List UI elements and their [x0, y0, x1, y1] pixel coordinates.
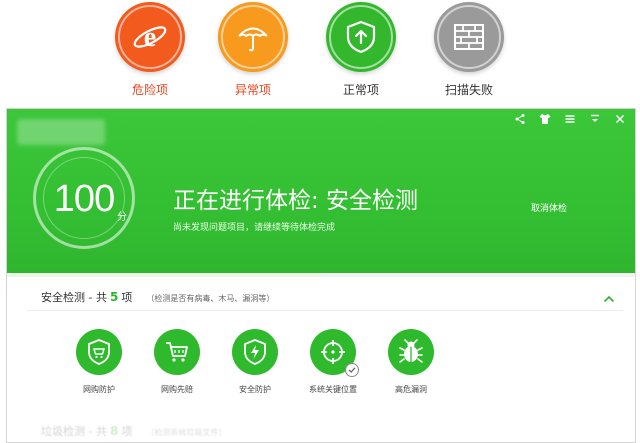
app-logo: [17, 119, 105, 145]
shield-lightning-icon: [232, 329, 278, 375]
check-item-label: 系统关键位置: [309, 385, 357, 394]
legend-warning: 异常项: [203, 0, 303, 98]
crosshair-icon: [310, 329, 359, 377]
score-ring: 100 分: [33, 147, 135, 249]
shield-up-icon: [326, 2, 396, 72]
section-divider: [27, 310, 623, 311]
section-suffix: 项: [121, 291, 133, 304]
check-item-label: 高危漏洞: [395, 385, 427, 394]
check-items: 网购防护 网购先赔 安全防护 系统关键位置 高危漏洞: [59, 329, 479, 409]
menu-icon[interactable]: [563, 113, 577, 127]
status-legend: e 危险项 异常项 正常项 扫描失败: [0, 0, 640, 100]
check-item-shopping-protection[interactable]: 网购防护: [59, 329, 139, 395]
checkup-window: 100 分 正在进行体检: 安全检测 尚未发现问题项目，请继续等待体检完成 取消…: [6, 108, 636, 443]
section-prefix: 安全检测 - 共: [41, 291, 107, 304]
legend-failed-label: 扫描失败: [444, 83, 493, 97]
shirt-icon[interactable]: [538, 113, 552, 127]
window-controls: [513, 113, 627, 127]
ie-browser-icon: e: [115, 2, 185, 72]
score-unit: 分: [117, 212, 127, 223]
check-item-label: 网购防护: [83, 385, 115, 394]
legend-normal: 正常项: [311, 0, 411, 98]
brick-wall-icon: [434, 2, 504, 72]
check-item-system-key-locations[interactable]: 系统关键位置: [293, 329, 373, 395]
scan-title: 正在进行体检: 安全检测: [173, 188, 419, 214]
next-section-suffix: 项: [121, 425, 133, 438]
bug-icon: [388, 329, 434, 375]
shield-cart-icon: [76, 329, 122, 375]
legend-normal-label: 正常项: [342, 83, 379, 97]
check-item-label: 安全防护: [239, 385, 271, 394]
scan-header: 100 分 正在进行体检: 安全检测 尚未发现问题项目，请继续等待体检完成 取消…: [7, 109, 635, 277]
cart-icon: [154, 329, 200, 375]
checkmark-icon: [345, 363, 359, 377]
check-item-security-protection[interactable]: 安全防护: [215, 329, 295, 395]
next-section-count: 8: [109, 424, 119, 438]
section-note: （检测是否有病毒、木马、漏洞等）: [146, 294, 275, 303]
next-section-note: （检测系统垃圾文件）: [146, 428, 227, 437]
umbrella-icon: [218, 2, 288, 72]
next-section-prefix: 垃圾检测 - 共: [41, 425, 107, 438]
scan-subtitle: 尚未发现问题项目，请继续等待体检完成: [173, 223, 336, 233]
legend-warning-label: 异常项: [234, 83, 271, 97]
check-item-shopping-compensation[interactable]: 网购先赔: [137, 329, 217, 395]
section-title: 安全检测 - 共 5 项 （检测是否有病毒、木马、漏洞等）: [41, 289, 274, 305]
legend-failed: 扫描失败: [419, 0, 519, 98]
legend-danger: e 危险项: [100, 0, 200, 98]
cancel-scan-button[interactable]: 取消体检: [531, 201, 567, 214]
legend-danger-label: 危险项: [131, 83, 168, 97]
scan-progress-fill: [7, 273, 321, 277]
minimize-icon[interactable]: [588, 113, 602, 127]
close-icon[interactable]: [613, 113, 627, 127]
scan-progress-bar: [7, 273, 635, 277]
chevron-up-icon[interactable]: [603, 290, 615, 302]
share-icon[interactable]: [513, 113, 527, 127]
check-item-high-risk-vulnerabilities[interactable]: 高危漏洞: [371, 329, 451, 395]
section-count: 5: [109, 290, 119, 304]
svg-text:e: e: [144, 22, 156, 53]
next-section-title: 垃圾检测 - 共 8 项 （检测系统垃圾文件）: [41, 423, 226, 439]
check-item-label: 网购先赔: [161, 385, 193, 394]
